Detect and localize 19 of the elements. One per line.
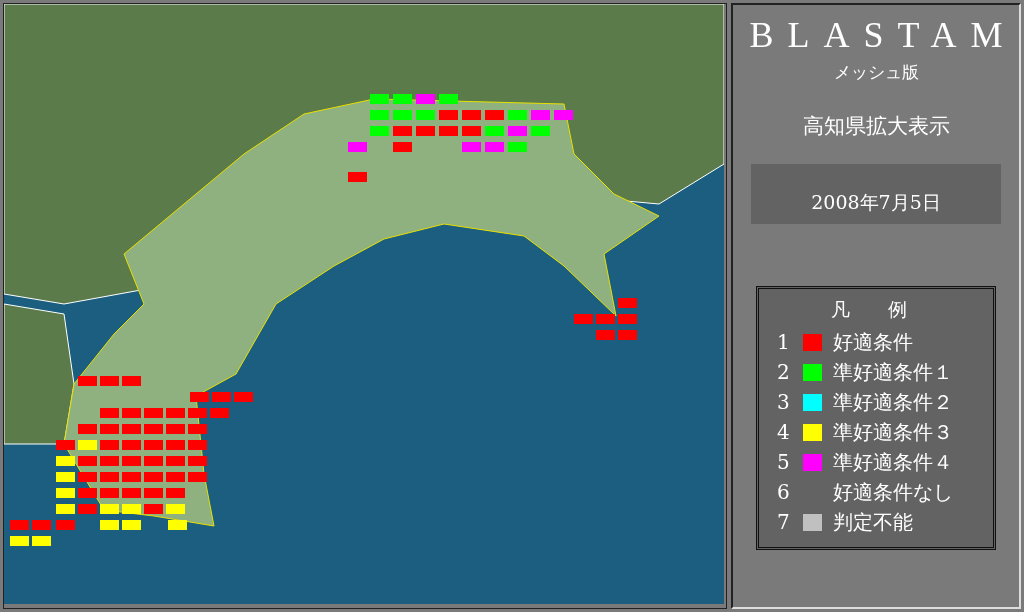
date-panel: 2008年7月5日 — [751, 164, 1001, 224]
legend-number: 2 — [777, 360, 791, 384]
legend-label: 好適条件なし — [833, 478, 953, 506]
subtitle: メッシュ版 — [833, 61, 919, 84]
legend-title: 凡 例 — [830, 297, 908, 322]
region-label: 高知県拡大表示 — [802, 113, 950, 140]
legend-label: 準好適条件３ — [833, 418, 953, 446]
legend-number: 3 — [777, 390, 791, 414]
legend-label: 準好適条件２ — [833, 388, 953, 416]
legend-number: 7 — [777, 510, 791, 534]
legend-label: 準好適条件４ — [833, 448, 953, 476]
legend-label: 判定不能 — [833, 508, 913, 536]
app-title: BLASTAM — [748, 17, 1017, 53]
legend-number: 5 — [777, 450, 791, 474]
legend-number: 6 — [777, 480, 791, 504]
legend-label: 好適条件 — [833, 328, 913, 356]
legend-number: 1 — [777, 330, 791, 354]
legend-label: 準好適条件１ — [833, 358, 953, 386]
legend-number: 4 — [777, 420, 791, 444]
